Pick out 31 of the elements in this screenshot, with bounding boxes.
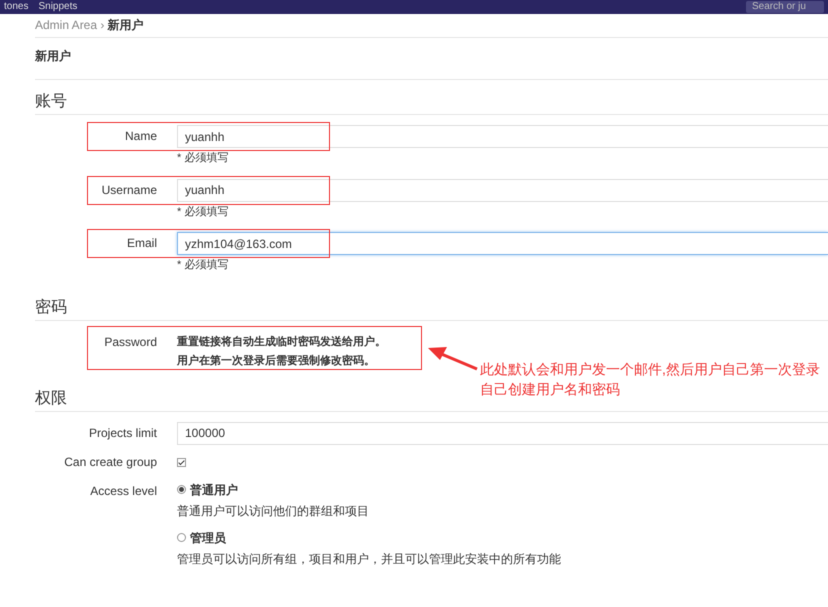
input-field[interactable]: yuanhh bbox=[177, 178, 828, 202]
field-label: Username bbox=[100, 182, 158, 198]
option-description: 普通用户可以访问他们的群组和项目 bbox=[177, 502, 370, 520]
annotation-arrow bbox=[428, 346, 478, 370]
field-label: Access level bbox=[89, 482, 158, 500]
field-label: Email bbox=[126, 235, 158, 252]
section-heading: 账号 bbox=[35, 80, 828, 115]
nav-link[interactable]: tones bbox=[4, 1, 28, 13]
radio-button[interactable] bbox=[177, 485, 186, 494]
input-field[interactable]: yuanhh bbox=[177, 125, 828, 148]
option-label: 普通用户 bbox=[190, 482, 238, 498]
page-title: 新用户 bbox=[35, 38, 828, 80]
nav-link[interactable]: Snippets bbox=[38, 1, 78, 13]
field-label: Projects limit bbox=[88, 424, 158, 442]
input-field[interactable]: 100000 bbox=[177, 422, 828, 444]
annotation-text: 此处默认会和用户发一个邮件,然后用户自己第一次登录自己创建用户名和密码 bbox=[480, 360, 821, 398]
required-hint: * 必须填写 bbox=[177, 204, 230, 220]
field-label: Can create group bbox=[63, 454, 158, 470]
option-label: 管理员 bbox=[190, 530, 226, 546]
field-label: Password bbox=[103, 334, 158, 350]
password-note: 重置链接将自动生成临时密码发送给用户。 用户在第一次登录后需要强制修改密码。 bbox=[177, 334, 386, 368]
required-hint: * 必须填写 bbox=[177, 258, 230, 273]
required-hint: * 必须填写 bbox=[177, 150, 230, 166]
section-heading: 密码 bbox=[35, 286, 828, 320]
option-description: 管理员可以访问所有组，项目和用户，并且可以管理此安装中的所有功能 bbox=[177, 550, 562, 568]
search-field[interactable]: Search or ju bbox=[746, 1, 824, 13]
checkbox[interactable] bbox=[177, 458, 186, 466]
input-field[interactable]: yzhm104@163.com bbox=[177, 232, 828, 255]
radio-button[interactable] bbox=[177, 533, 186, 542]
field-label: Name bbox=[124, 128, 158, 145]
breadcrumb: Admin Area › 新用户 bbox=[35, 14, 828, 38]
